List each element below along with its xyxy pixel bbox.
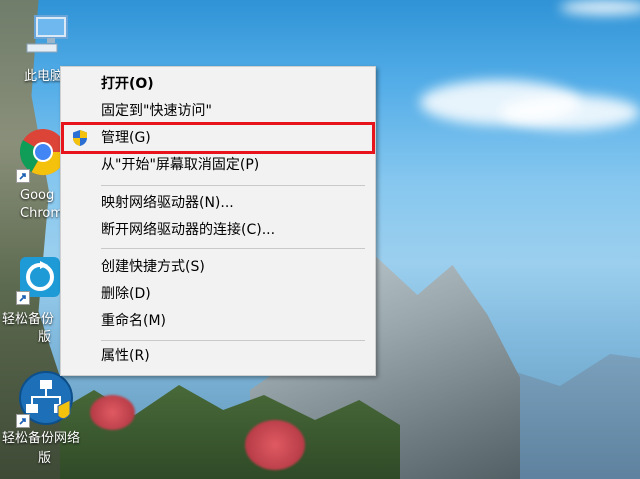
- menu-separator: [101, 248, 365, 249]
- menu-separator: [101, 185, 365, 186]
- menu-item-create-shortcut[interactable]: 创建快捷方式(S): [61, 254, 375, 280]
- menu-item-label: 属性(R): [101, 348, 150, 364]
- computer-icon: [26, 15, 68, 53]
- menu-item-map-network-drive[interactable]: 映射网络驱动器(N)...: [61, 190, 375, 216]
- menu-item-label: 删除(D): [101, 286, 151, 302]
- menu-item-delete[interactable]: 删除(D): [61, 281, 375, 307]
- desktop-icon-label: Chrom: [20, 206, 63, 221]
- desktop-icon-backup-network[interactable]: 轻松备份网络 版: [0, 370, 100, 475]
- desktop-icon-label: 此电脑: [24, 69, 64, 84]
- menu-item-pin-quick-access[interactable]: 固定到"快速访问": [61, 98, 375, 124]
- menu-item-label: 固定到"快速访问": [101, 103, 212, 119]
- manage-highlight-annotation: [61, 122, 375, 154]
- desktop-icon-label: Goog: [20, 188, 55, 203]
- menu-item-open[interactable]: 打开(O): [61, 71, 375, 97]
- menu-item-properties[interactable]: 属性(R): [61, 343, 375, 369]
- menu-item-label: 打开(O): [101, 76, 154, 92]
- shortcut-arrow-icon: [16, 291, 30, 305]
- cloud: [560, 0, 640, 15]
- menu-item-rename[interactable]: 重命名(M): [61, 308, 375, 334]
- desktop-icon-label: 轻松备份网络: [2, 431, 81, 446]
- shortcut-arrow-icon: [16, 414, 30, 428]
- menu-item-label: 创建快捷方式(S): [101, 259, 205, 275]
- menu-item-label: 从"开始"屏幕取消固定(P): [101, 157, 260, 173]
- cloud: [500, 95, 640, 130]
- desktop-icon-label: 版: [38, 451, 52, 466]
- menu-separator: [101, 340, 365, 341]
- menu-item-label: 断开网络驱动器的连接(C)...: [101, 222, 276, 238]
- desktop-icon-label: 版: [38, 330, 52, 345]
- context-menu: 打开(O) 固定到"快速访问" 管理(G) 从"开始"屏幕取消固定(P) 映射网…: [60, 66, 376, 376]
- menu-item-unpin-start[interactable]: 从"开始"屏幕取消固定(P): [61, 152, 375, 178]
- menu-item-label: 映射网络驱动器(N)...: [101, 195, 234, 211]
- menu-item-disconnect-network-drive[interactable]: 断开网络驱动器的连接(C)...: [61, 217, 375, 243]
- menu-item-label: 重命名(M): [101, 313, 167, 329]
- red-foliage: [245, 420, 305, 470]
- desktop-icon-label: 轻松备份: [2, 312, 55, 327]
- shortcut-arrow-icon: [16, 169, 30, 183]
